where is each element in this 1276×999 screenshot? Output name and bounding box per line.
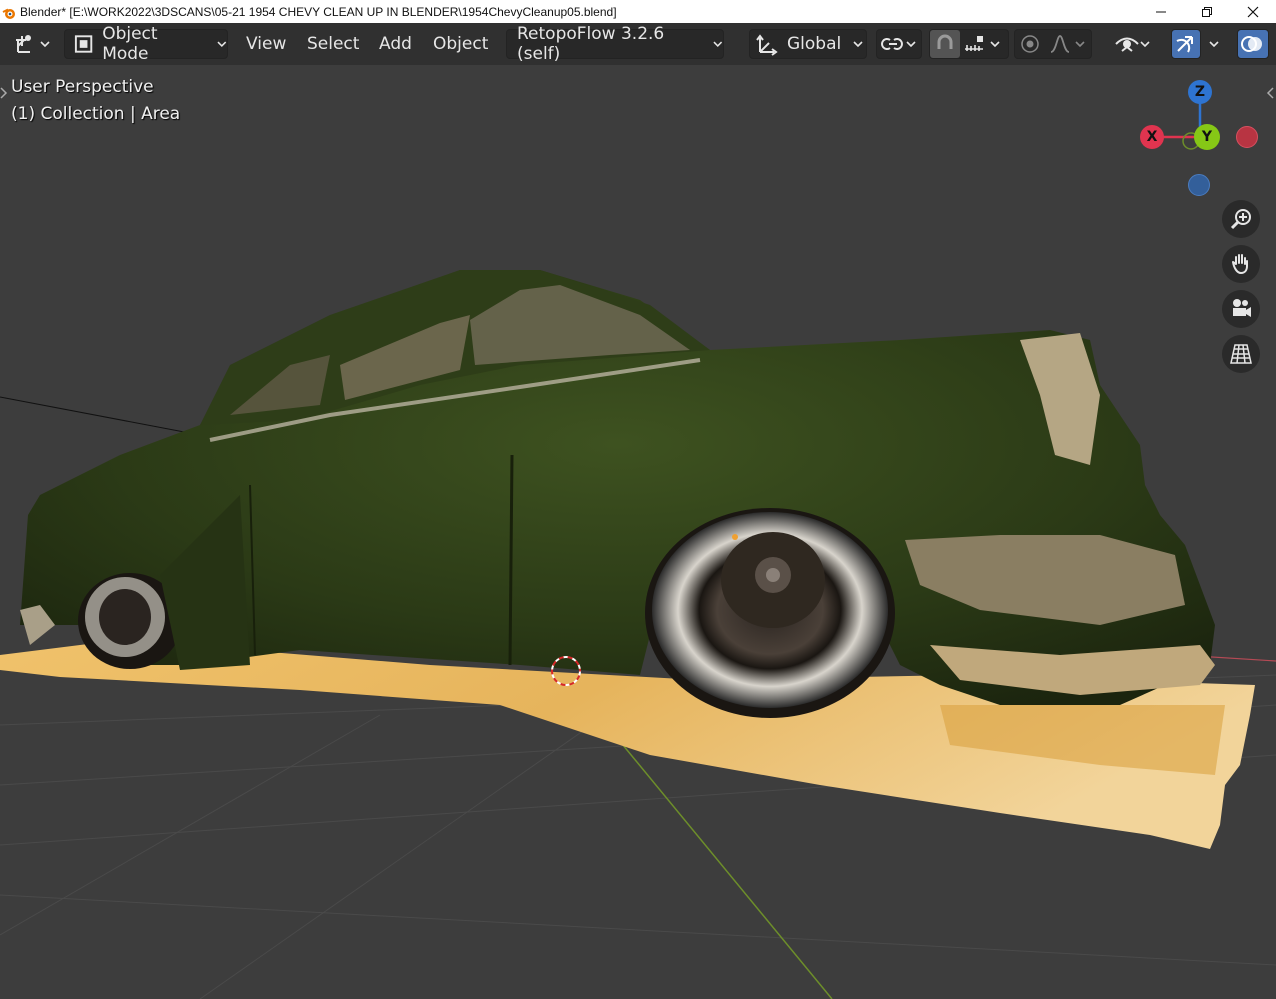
falloff-selector[interactable]	[1045, 30, 1075, 58]
mode-label: Object Mode	[102, 24, 158, 64]
snap-toggle[interactable]	[930, 30, 960, 58]
zoom-button[interactable]	[1222, 200, 1260, 238]
gizmo-z-axis[interactable]: Z	[1188, 80, 1212, 104]
proportional-edit-toggle[interactable]	[1015, 30, 1045, 58]
chevron-down-icon	[853, 41, 863, 48]
camera-icon	[1233, 299, 1251, 317]
hand-icon	[1232, 254, 1248, 275]
navigation-gizmo[interactable]: Z Y X	[1130, 75, 1270, 205]
orientation-label: Global	[787, 34, 842, 54]
mode-selector[interactable]: Object Mode	[64, 24, 228, 64]
chevron-down-icon	[1140, 41, 1150, 48]
chevron-down-icon	[906, 41, 916, 48]
gizmo-neg-z-axis[interactable]	[1188, 174, 1210, 196]
zoom-icon	[1230, 209, 1251, 230]
pan-button[interactable]	[1222, 245, 1260, 283]
pivot-point-selector[interactable]	[876, 29, 922, 59]
scene-render	[0, 270, 1276, 999]
eye-icon	[1115, 37, 1139, 52]
overlay-toggle[interactable]	[1237, 29, 1269, 59]
grid-perspective-icon	[1230, 344, 1252, 364]
editor-type-selector[interactable]	[8, 29, 54, 59]
object-origin	[732, 534, 738, 540]
collection-label: (1) Collection | Area	[11, 104, 181, 124]
chevron-down-icon	[1075, 41, 1085, 48]
chevron-down-icon	[40, 41, 50, 48]
gizmo-x-axis[interactable]: X	[1140, 125, 1164, 149]
retopoflow-menu[interactable]: RetopoFlow 3.2.6 (self)	[506, 24, 724, 64]
front-wheel	[645, 508, 895, 718]
restore-icon	[1202, 6, 1212, 17]
object-mode-icon	[74, 35, 93, 53]
restore-button[interactable]	[1184, 0, 1230, 23]
close-icon	[1247, 6, 1259, 17]
snap-target-selector[interactable]	[960, 30, 990, 58]
ortho-toggle-button[interactable]	[1222, 335, 1260, 373]
title-bar: Blender* [E:\WORK2022\3DSCANS\05-21 1954…	[0, 0, 1276, 23]
blender-window: Blender* [E:\WORK2022\3DSCANS\05-21 1954…	[0, 0, 1276, 999]
proportional-controls	[1014, 29, 1092, 59]
gizmo-neg-x-axis[interactable]	[1236, 126, 1258, 148]
falloff-curve-icon	[1050, 35, 1070, 53]
chevron-down-icon	[217, 41, 227, 48]
viewport-header: Object Mode View Select Add Object Retop…	[0, 23, 1276, 65]
menu-select[interactable]: Select	[307, 29, 359, 59]
toolbar-expand-icon[interactable]	[0, 87, 8, 99]
snap-controls	[929, 29, 1009, 59]
pivot-link-icon	[881, 38, 903, 50]
blender-logo-icon	[2, 5, 16, 19]
chevron-down-icon	[1209, 41, 1219, 48]
snap-magnet-icon	[937, 34, 953, 49]
menu-add[interactable]: Add	[379, 29, 412, 59]
minimize-button[interactable]	[1138, 0, 1184, 23]
object-transform-icon	[16, 35, 31, 53]
chevron-down-icon	[990, 41, 1000, 48]
scan-edge-line	[0, 396, 201, 436]
minimize-icon	[1156, 11, 1166, 12]
perspective-label: User Perspective	[11, 77, 154, 97]
gizmo-toggle[interactable]	[1171, 29, 1201, 59]
gizmo-y-axis[interactable]: Y	[1194, 124, 1220, 150]
proportional-edit-icon	[1021, 35, 1039, 53]
retopoflow-label: RetopoFlow 3.2.6 (self)	[517, 24, 665, 64]
overlay-icon	[1241, 36, 1262, 52]
menu-view[interactable]: View	[246, 29, 286, 59]
window-controls	[1138, 0, 1276, 23]
window-title: Blender* [E:\WORK2022\3DSCANS\05-21 1954…	[20, 4, 617, 19]
3d-viewport[interactable]: User Perspective (1) Collection | Area Z…	[0, 65, 1276, 999]
object-visibility-selector[interactable]	[1114, 29, 1162, 59]
transform-orientation-selector[interactable]: Global	[749, 29, 867, 59]
menu-object[interactable]: Object	[433, 29, 488, 59]
snap-increment-icon	[965, 36, 983, 51]
close-button[interactable]	[1230, 0, 1276, 23]
transform-orientation-icon	[756, 34, 778, 56]
chevron-down-icon	[713, 41, 723, 47]
gizmo-options-dropdown[interactable]	[1203, 29, 1227, 59]
gizmo-icon	[1176, 36, 1193, 53]
camera-view-button[interactable]	[1222, 290, 1260, 328]
